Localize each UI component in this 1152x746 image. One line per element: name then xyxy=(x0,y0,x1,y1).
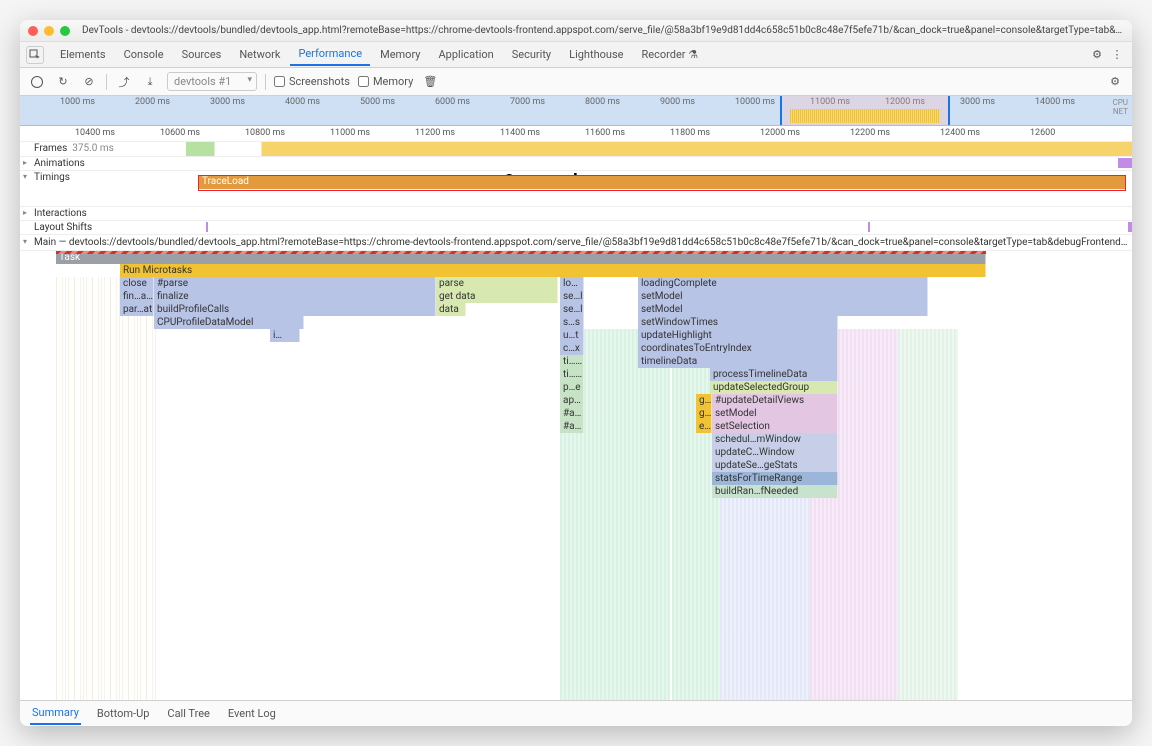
more-icon[interactable]: ⋮ xyxy=(1108,48,1126,61)
record-button[interactable] xyxy=(28,73,46,91)
tab-recorder[interactable]: Recorder ⚗ xyxy=(633,44,706,65)
frames-bars xyxy=(186,142,1132,156)
btab-calltree[interactable]: Call Tree xyxy=(165,703,211,724)
tab-console[interactable]: Console xyxy=(116,44,172,65)
trace-load-bar[interactable]: TraceLoad xyxy=(198,175,1126,189)
settings-icon[interactable]: ⚙ xyxy=(1088,48,1106,61)
close-traffic-light[interactable] xyxy=(28,26,38,36)
animation-block xyxy=(1118,158,1132,168)
tab-memory[interactable]: Memory xyxy=(372,44,428,65)
flame-microtasks[interactable]: Run Microtasks xyxy=(120,264,986,277)
layout-shifts-track[interactable]: Layout Shifts xyxy=(20,221,1132,235)
tab-security[interactable]: Security xyxy=(504,44,559,65)
download-icon[interactable]: ⤓ xyxy=(141,73,159,91)
reload-record-button[interactable]: ↻ xyxy=(54,73,72,91)
performance-toolbar: ↻ ⊘ ⤴ ⤓ devtools #1 Screenshots Memory 🗑… xyxy=(20,68,1132,96)
timeline-overview[interactable]: 1000 ms 2000 ms 3000 ms 4000 ms 5000 ms … xyxy=(20,96,1132,126)
animations-track[interactable]: Animations xyxy=(20,157,1132,171)
timings-track[interactable]: Timings ~ 2 seconds TraceLoad xyxy=(20,171,1132,207)
inspect-element-icon[interactable] xyxy=(26,46,44,64)
minimize-traffic-light[interactable] xyxy=(44,26,54,36)
devtools-window: DevTools - devtools://devtools/bundled/d… xyxy=(20,20,1132,726)
frames-track[interactable]: Frames 375.0 ms xyxy=(20,142,1132,157)
recording-dropdown[interactable]: devtools #1 xyxy=(167,72,257,91)
tab-elements[interactable]: Elements xyxy=(52,44,114,65)
overview-track-labels: CPU NET xyxy=(1113,98,1128,116)
screenshots-checkbox[interactable]: Screenshots xyxy=(274,75,350,88)
clear-button[interactable]: ⊘ xyxy=(80,73,98,91)
memory-checkbox[interactable]: Memory xyxy=(358,75,413,88)
panel-tabs: Elements Console Sources Network Perform… xyxy=(20,42,1132,68)
tab-lighthouse[interactable]: Lighthouse xyxy=(561,44,631,65)
btab-eventlog[interactable]: Event Log xyxy=(226,703,278,724)
interactions-track[interactable]: Interactions xyxy=(20,207,1132,221)
long-task-hatch xyxy=(56,251,986,254)
capture-settings-icon[interactable]: ⚙ xyxy=(1106,73,1124,91)
window-titlebar: DevTools - devtools://devtools/bundled/d… xyxy=(20,20,1132,42)
overview-cpu-wave xyxy=(790,109,940,123)
window-title: DevTools - devtools://devtools/bundled/d… xyxy=(82,25,1124,36)
tab-application[interactable]: Application xyxy=(430,44,501,65)
tab-network[interactable]: Network xyxy=(231,44,288,65)
flask-icon: ⚗ xyxy=(688,48,698,61)
trash-icon[interactable]: 🗑 xyxy=(421,73,439,91)
zoom-traffic-light[interactable] xyxy=(60,26,70,36)
btab-summary[interactable]: Summary xyxy=(30,702,81,725)
flame-chart[interactable]: Task Run Microtasks close #parse parse l… xyxy=(20,251,1132,700)
details-tabs: Summary Bottom-Up Call Tree Event Log xyxy=(20,700,1132,726)
main-thread-label[interactable]: Main — devtools://devtools/bundled/devto… xyxy=(20,235,1132,251)
tab-sources[interactable]: Sources xyxy=(174,44,230,65)
detail-ruler[interactable]: 10400 ms 10600 ms 10800 ms 11000 ms 1120… xyxy=(20,126,1132,142)
performance-panel: Frames 375.0 ms Animations Timings ~ 2 s… xyxy=(20,142,1132,700)
upload-icon[interactable]: ⤴ xyxy=(115,73,133,91)
tab-performance[interactable]: Performance xyxy=(290,43,370,66)
btab-bottomup[interactable]: Bottom-Up xyxy=(95,703,152,724)
